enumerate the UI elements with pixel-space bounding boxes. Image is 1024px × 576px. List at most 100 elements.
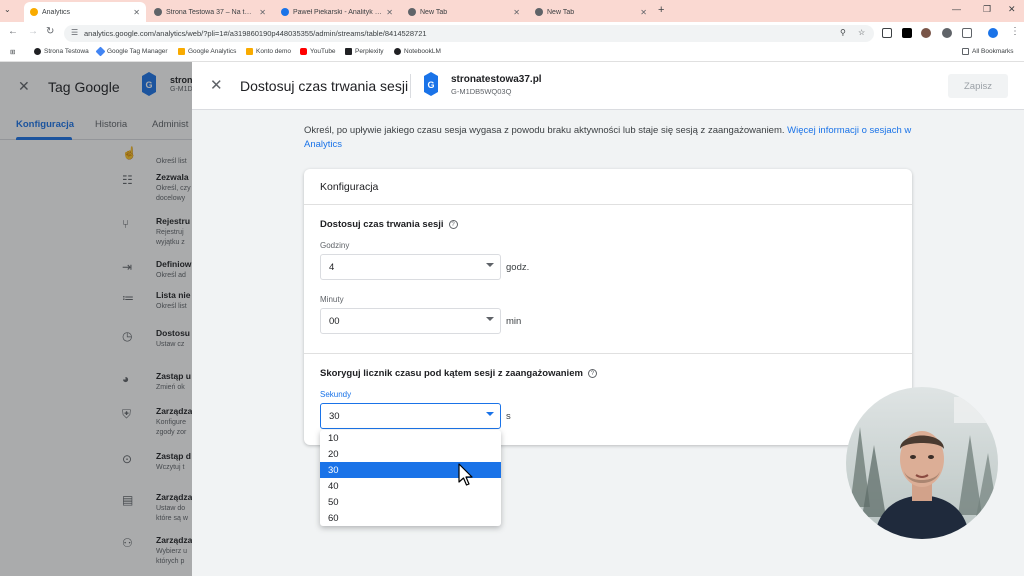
bookmark-konto-demo[interactable]: Konto demo: [246, 48, 291, 55]
bookmark-notebooklm[interactable]: NotebookLM: [394, 48, 441, 55]
tab-close-icon[interactable]: ✕: [513, 8, 520, 17]
stream-name: stronatestowa37.pl: [451, 74, 542, 85]
analytics-icon: [178, 48, 185, 55]
tab-title: Strona Testowa 37 – Na tej stronie…: [166, 8, 256, 16]
bookmark-label: Google Tag Manager: [107, 48, 168, 55]
section-title-text: Dostosuj czas trwania sesji: [320, 219, 444, 230]
dropdown-option-60[interactable]: 60: [320, 510, 501, 526]
mouse-cursor-icon: [458, 463, 473, 486]
hours-unit: godz.: [506, 262, 530, 273]
minutes-label: Minuty: [320, 295, 344, 304]
all-bookmarks-label: All Bookmarks: [972, 48, 1014, 55]
panel-header: ✕ Dostosuj czas trwania sesji G stronate…: [192, 62, 1024, 110]
analytics-icon: [246, 48, 253, 55]
dropdown-option-10[interactable]: 10: [320, 430, 501, 446]
globe-icon: [34, 48, 41, 55]
browser-tab-strip: ⌄ Analytics ✕ Strona Testowa 37 – Na tej…: [0, 0, 1024, 22]
dropdown-option-50[interactable]: 50: [320, 494, 501, 510]
minutes-unit: min: [506, 316, 522, 327]
zoom-icon[interactable]: ⚲: [840, 28, 846, 37]
tab-search-icon[interactable]: ⌄: [4, 5, 11, 14]
hours-select[interactable]: 4: [320, 254, 501, 280]
new-tab-icon[interactable]: +: [658, 4, 664, 16]
extension-icon[interactable]: [921, 28, 931, 38]
minimize-icon[interactable]: —: [952, 4, 961, 14]
notebooklm-icon: [394, 48, 401, 55]
tab-close-icon[interactable]: ✕: [640, 8, 647, 17]
tab-title: Paweł Piekarski - Analityk Interne…: [293, 8, 382, 16]
section-title-text: Skoryguj licznik czasu pod kątem sesji z…: [320, 368, 583, 379]
dropdown-arrow-icon: [486, 263, 494, 267]
cast-icon[interactable]: [882, 28, 892, 38]
window-close-icon[interactable]: ✕: [1008, 4, 1016, 15]
folder-icon: [962, 48, 969, 55]
dropdown-arrow-icon: [486, 317, 494, 321]
close-icon[interactable]: ✕: [210, 76, 223, 94]
browser-tab-newtab-1[interactable]: New Tab ✕: [402, 2, 526, 22]
browser-tab-analytics[interactable]: Analytics ✕: [24, 2, 146, 22]
minutes-value: 00: [329, 316, 340, 327]
notion-icon[interactable]: [902, 28, 912, 38]
stream-id: G-M1DB5WQ03Q: [451, 87, 512, 96]
apps-icon[interactable]: ⊞: [10, 48, 15, 56]
tab-title: New Tab: [547, 8, 575, 16]
seconds-value: 30: [329, 411, 340, 422]
bookmark-strona-testowa[interactable]: Strona Testowa: [34, 48, 89, 55]
dropdown-arrow-icon: [486, 412, 494, 416]
url-text: analytics.google.com/analytics/web/?pli=…: [84, 29, 427, 38]
modal-scrim[interactable]: [0, 62, 192, 576]
bookmark-label: Strona Testowa: [44, 48, 89, 55]
seconds-unit: s: [506, 411, 511, 422]
browser-tab-pawel[interactable]: Paweł Piekarski - Analityk Interne… ✕: [275, 2, 399, 22]
bookmark-youtube[interactable]: YouTube: [300, 48, 336, 55]
bookmark-label: Konto demo: [256, 48, 292, 55]
bookmark-label: YouTube: [310, 48, 336, 55]
globe-icon: [154, 8, 162, 16]
description: Określ, po upływie jakiego czasu sesja w…: [304, 124, 914, 152]
address-bar[interactable]: ☰ analytics.google.com/analytics/web/?pl…: [64, 25, 874, 42]
configuration-card: Konfiguracja Dostosuj czas trwania sesji…: [304, 169, 912, 445]
card-title: Konfiguracja: [320, 181, 379, 193]
help-icon[interactable]: ?: [448, 220, 458, 229]
presenter-webcam: [846, 387, 998, 539]
bookmark-gtm[interactable]: Google Tag Manager: [95, 46, 168, 57]
tab-close-icon[interactable]: ✕: [386, 8, 393, 17]
browser-tab-strona[interactable]: Strona Testowa 37 – Na tej stronie… ✕: [148, 2, 272, 22]
save-button[interactable]: Zapisz: [948, 74, 1008, 98]
panel-title: Dostosuj czas trwania sesji: [240, 78, 409, 94]
browser-tab-newtab-2[interactable]: New Tab ✕: [529, 2, 653, 22]
site-info-icon[interactable]: ☰: [71, 28, 78, 37]
extension-recorder-icon[interactable]: [942, 28, 952, 38]
browser-menu-icon[interactable]: ⋮: [1010, 26, 1020, 37]
back-icon[interactable]: ←: [8, 26, 18, 37]
bookmark-star-icon[interactable]: ☆: [858, 28, 865, 37]
bookmark-label: Perplexity: [355, 48, 384, 55]
divider: [304, 204, 912, 205]
forward-icon[interactable]: →: [28, 26, 38, 37]
browser-toolbar: ← → ↻ ☰ analytics.google.com/analytics/w…: [0, 22, 1024, 44]
site-icon: [281, 8, 289, 16]
help-icon[interactable]: ?: [587, 369, 597, 378]
all-bookmarks[interactable]: All Bookmarks: [962, 48, 1014, 55]
dropdown-option-20[interactable]: 20: [320, 446, 501, 462]
divider: [304, 353, 912, 354]
tab-close-icon[interactable]: ✕: [133, 8, 140, 17]
youtube-icon: [300, 48, 307, 55]
puzzle-icon[interactable]: [962, 28, 972, 38]
bookmark-perplexity[interactable]: Perplexity: [345, 48, 384, 55]
profile-avatar-icon[interactable]: [988, 28, 998, 38]
globe-icon: [535, 8, 543, 16]
tab-close-icon[interactable]: ✕: [259, 8, 266, 17]
bookmark-ga[interactable]: Google Analytics: [178, 48, 236, 55]
bookmark-label: Google Analytics: [188, 48, 237, 55]
gtm-icon: [95, 46, 106, 57]
description-text: Określ, po upływie jakiego czasu sesja w…: [304, 125, 785, 136]
seconds-select[interactable]: 30: [320, 403, 501, 429]
perplexity-icon: [345, 48, 352, 55]
session-section-title: Dostosuj czas trwania sesji ?: [320, 219, 458, 230]
bookmarks-bar: ⊞ Strona Testowa Google Tag Manager Goog…: [0, 44, 1024, 62]
reload-icon[interactable]: ↻: [46, 26, 54, 37]
minutes-select[interactable]: 00: [320, 308, 501, 334]
maximize-icon[interactable]: ❐: [983, 4, 991, 15]
svg-text:G: G: [427, 80, 434, 90]
